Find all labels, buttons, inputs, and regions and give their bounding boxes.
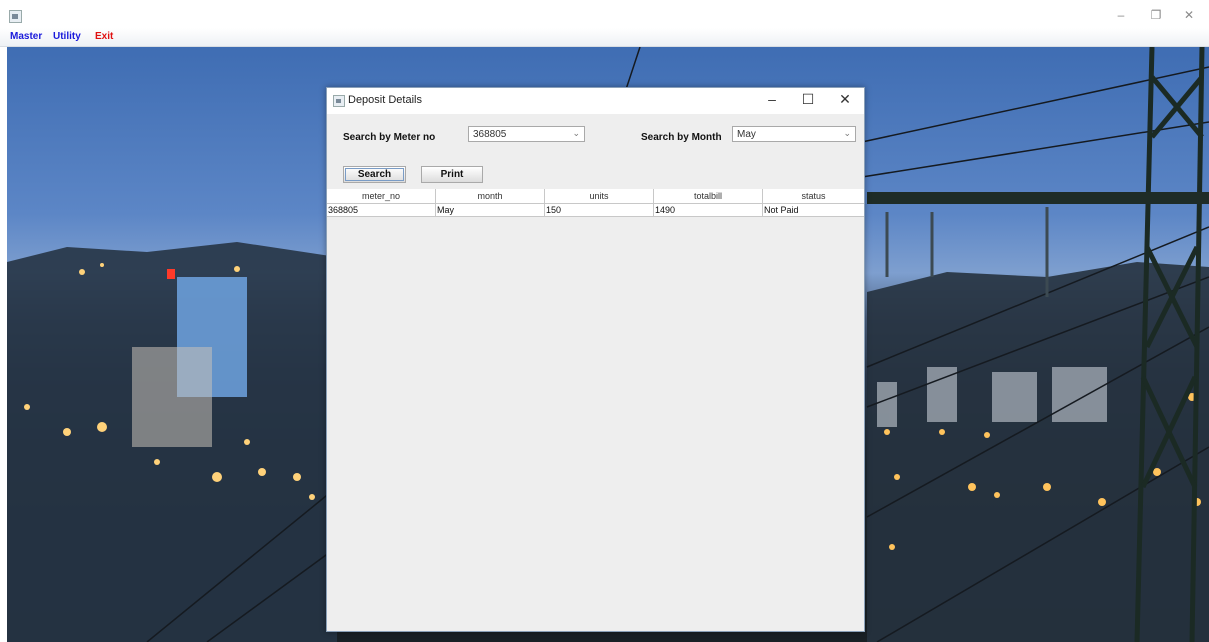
- cell-units[interactable]: 150: [545, 204, 654, 217]
- cell-status[interactable]: Not Paid: [763, 204, 864, 217]
- dialog-title-bar: Deposit Details – ☐ ✕: [327, 88, 864, 114]
- meter-no-select[interactable]: 368805 ⌄: [468, 126, 585, 142]
- cell-meter-no[interactable]: 368805: [327, 204, 436, 217]
- column-header-meter-no[interactable]: meter_no: [327, 189, 436, 204]
- column-header-month[interactable]: month: [436, 189, 545, 204]
- search-button[interactable]: Search: [343, 166, 406, 183]
- meter-no-value: 368805: [473, 129, 507, 140]
- java-app-icon: [9, 10, 22, 23]
- dialog-minimize-button[interactable]: –: [762, 91, 782, 107]
- menu-exit[interactable]: Exit: [95, 31, 113, 42]
- dialog-close-button[interactable]: ✕: [835, 91, 855, 108]
- table-row[interactable]: 368805 May 150 1490 Not Paid: [327, 204, 864, 217]
- column-header-status[interactable]: status: [763, 189, 864, 204]
- column-header-totalbill[interactable]: totalbill: [654, 189, 763, 204]
- search-month-label: Search by Month: [641, 132, 722, 143]
- menu-master[interactable]: Master: [10, 31, 42, 42]
- deposit-table: meter_no month units totalbill status 36…: [327, 189, 864, 217]
- search-meter-label: Search by Meter no: [343, 132, 436, 143]
- restore-button[interactable]: ❐: [1146, 8, 1166, 22]
- chevron-down-icon: ⌄: [572, 128, 580, 138]
- table-header: meter_no month units totalbill status: [327, 189, 864, 204]
- minimize-button[interactable]: –: [1111, 8, 1131, 22]
- print-button[interactable]: Print: [421, 166, 483, 183]
- main-title-bar: – ❐ ✕: [0, 0, 1209, 28]
- deposit-details-dialog: Deposit Details – ☐ ✕ Search by Meter no…: [326, 87, 865, 632]
- menu-utility[interactable]: Utility: [53, 31, 81, 42]
- column-header-units[interactable]: units: [545, 189, 654, 204]
- cell-month[interactable]: May: [436, 204, 545, 217]
- close-button[interactable]: ✕: [1179, 8, 1199, 22]
- dialog-title: Deposit Details: [348, 94, 422, 106]
- menu-bar: Master Utility Exit: [0, 28, 1209, 47]
- chevron-down-icon: ⌄: [843, 128, 851, 138]
- dialog-maximize-button[interactable]: ☐: [798, 91, 818, 108]
- cell-totalbill[interactable]: 1490: [654, 204, 763, 217]
- month-value: May: [737, 129, 756, 140]
- java-app-icon: [333, 95, 345, 107]
- month-select[interactable]: May ⌄: [732, 126, 856, 142]
